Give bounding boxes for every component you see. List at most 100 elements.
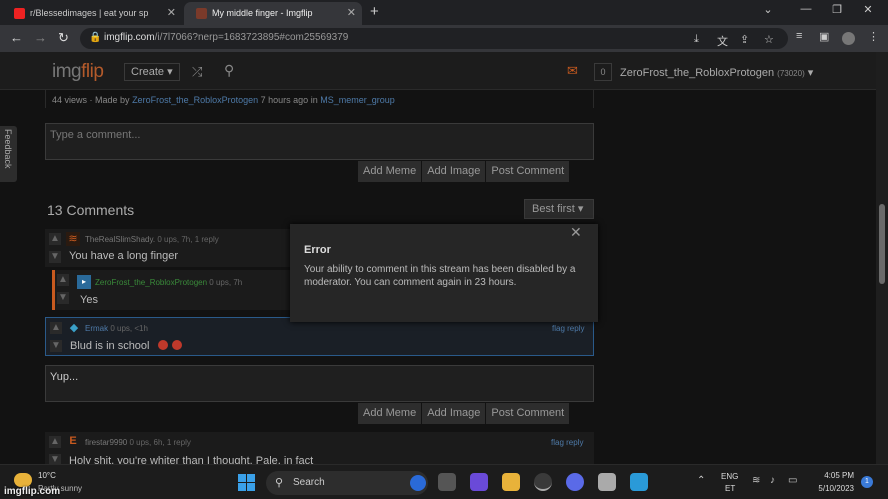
taskbar-search[interactable]: ⚲ Search bbox=[266, 471, 428, 495]
menu-icon[interactable]: ⋮ bbox=[868, 30, 879, 43]
discord-icon[interactable] bbox=[566, 473, 584, 491]
add-image-button[interactable]: Add Image bbox=[421, 403, 486, 424]
tab-search-icon[interactable]: ⌄ bbox=[754, 3, 782, 16]
comment-header: firestar9990 0 ups, 6h, 1 reply bbox=[85, 438, 191, 447]
mail-icon[interactable]: ✉ bbox=[567, 63, 578, 79]
reading-list-icon[interactable]: ≡ bbox=[796, 30, 802, 42]
bookmark-star-icon[interactable]: ☆ bbox=[764, 33, 774, 46]
chat-icon[interactable] bbox=[470, 473, 488, 491]
comment-header: Ermak 0 ups, <1h bbox=[85, 324, 148, 333]
author-link[interactable]: ZeroFrost_the_RobloxProtogen bbox=[132, 95, 258, 105]
user-avatar[interactable]: E bbox=[66, 434, 80, 448]
close-icon[interactable]: ✕ bbox=[570, 224, 582, 241]
browser-tab-strip: r/Blessedimages | eat your sp ✕ My middl… bbox=[0, 0, 888, 25]
clock-date[interactable]: 5/10/2023 bbox=[805, 484, 854, 493]
address-bar[interactable]: 🔒 imgflip.com/i/7l7066?nerp=1683723895#c… bbox=[80, 28, 788, 49]
upvote-icon[interactable]: ▲ bbox=[49, 436, 61, 448]
minimize-icon[interactable]: — bbox=[792, 3, 820, 15]
error-dialog: ✕ Error Your ability to comment in this … bbox=[290, 224, 598, 322]
add-meme-button[interactable]: Add Meme bbox=[357, 161, 422, 182]
add-meme-button[interactable]: Add Meme bbox=[357, 403, 422, 424]
flag-reply-links[interactable]: flag reply bbox=[551, 438, 583, 447]
comments-count: 13 Comments bbox=[47, 202, 135, 218]
comment-username[interactable]: ZeroFrost_the_RobloxProtogen bbox=[95, 278, 207, 287]
profile-avatar[interactable] bbox=[842, 32, 855, 45]
downvote-icon[interactable]: ▼ bbox=[57, 292, 69, 304]
comment-text: Holy shit, you're whiter than I thought.… bbox=[69, 455, 314, 464]
language-code[interactable]: ENG bbox=[721, 472, 738, 481]
tray-chevron-icon[interactable]: ⌃ bbox=[697, 475, 705, 486]
dialog-message: Your ability to comment in this stream h… bbox=[304, 264, 576, 288]
post-comment-button[interactable]: Post Comment bbox=[485, 403, 570, 424]
comment-text: Yes bbox=[80, 294, 98, 306]
imgflip-logo[interactable]: imgflip bbox=[52, 61, 104, 83]
back-icon[interactable]: ← bbox=[10, 30, 23, 45]
downvote-icon[interactable]: ▼ bbox=[49, 251, 61, 263]
user-avatar[interactable]: ≋ bbox=[66, 232, 80, 246]
roblox-studio-icon[interactable] bbox=[630, 473, 648, 491]
upvote-icon[interactable]: ▲ bbox=[57, 274, 69, 286]
upvote-icon[interactable]: ▲ bbox=[49, 233, 61, 245]
side-panel-icon[interactable]: ▣ bbox=[819, 30, 829, 43]
tab-imgflip[interactable]: My middle finger - Imgflip ✕ bbox=[184, 2, 362, 25]
volume-icon[interactable]: ♪ bbox=[770, 475, 775, 486]
file-explorer-icon[interactable] bbox=[502, 473, 520, 491]
user-menu[interactable]: ZeroFrost_the_RobloxProtogen (73020) ▾ bbox=[620, 66, 813, 79]
comment-header: ZeroFrost_the_RobloxProtogen 0 ups, 7h bbox=[95, 278, 243, 287]
user-avatar[interactable]: ▸ bbox=[77, 275, 91, 289]
tab-title: r/Blessedimages | eat your sp bbox=[30, 8, 149, 18]
close-tab-icon[interactable]: ✕ bbox=[347, 2, 356, 25]
emoji-icon bbox=[158, 340, 168, 350]
chrome-icon[interactable] bbox=[534, 473, 552, 491]
comment-text: Blud is in school bbox=[70, 340, 150, 352]
install-icon[interactable]: ⤓ bbox=[694, 33, 699, 46]
site-header: imgflip Create ▾ ⤮ ⚲ ✉ 0 ZeroFrost_the_R… bbox=[0, 52, 876, 90]
comment-username[interactable]: firestar9990 bbox=[85, 438, 127, 447]
close-tab-icon[interactable]: ✕ bbox=[167, 2, 176, 25]
region-code[interactable]: ET bbox=[725, 484, 735, 493]
sort-dropdown[interactable]: Best first ▾ bbox=[524, 199, 594, 219]
task-view-icon[interactable] bbox=[438, 473, 456, 491]
tab-blessedimages[interactable]: r/Blessedimages | eat your sp ✕ bbox=[2, 2, 182, 25]
roblox-icon[interactable] bbox=[598, 473, 616, 491]
flag-reply-links[interactable]: flag reply bbox=[552, 324, 584, 333]
youtube-icon bbox=[14, 8, 25, 19]
page-scrollbar[interactable] bbox=[876, 52, 888, 464]
close-window-icon[interactable]: ✕ bbox=[854, 3, 882, 16]
notification-count[interactable]: 0 bbox=[594, 63, 612, 81]
comment-username[interactable]: Ermak bbox=[85, 324, 108, 333]
search-icon[interactable]: ⚲ bbox=[224, 62, 234, 79]
downvote-icon[interactable]: ▼ bbox=[50, 340, 62, 352]
reply-input[interactable]: Yup... bbox=[45, 365, 594, 402]
reload-icon[interactable]: ↻ bbox=[58, 30, 69, 46]
translate-icon[interactable]: 文 bbox=[717, 33, 728, 49]
notification-badge[interactable]: 1 bbox=[861, 476, 873, 488]
create-dropdown[interactable]: Create ▾ bbox=[124, 63, 180, 81]
shuffle-icon[interactable]: ⤮ bbox=[192, 64, 202, 80]
clock-time[interactable]: 4:05 PM bbox=[812, 471, 854, 480]
search-icon: ⚲ bbox=[275, 477, 284, 489]
maximize-icon[interactable]: ❐ bbox=[823, 3, 851, 16]
add-image-button[interactable]: Add Image bbox=[421, 161, 486, 182]
lock-icon[interactable]: 🔒 bbox=[89, 32, 101, 43]
stream-link[interactable]: MS_memer_group bbox=[320, 95, 395, 105]
downvote-icon[interactable]: ▼ bbox=[49, 454, 61, 464]
comment-header: TheRealSlimShady. 0 ups, 7h, 1 reply bbox=[85, 235, 219, 244]
forward-icon[interactable]: → bbox=[34, 30, 47, 45]
new-tab-icon[interactable]: + bbox=[370, 3, 379, 20]
scrollbar-thumb[interactable] bbox=[879, 204, 885, 284]
share-icon[interactable]: ⇪ bbox=[740, 33, 749, 46]
weather-icon[interactable] bbox=[14, 473, 32, 487]
image-meta: 44 views · Made by ZeroFrost_the_RobloxP… bbox=[52, 95, 395, 105]
post-comment-button[interactable]: Post Comment bbox=[485, 161, 570, 182]
upvote-icon[interactable]: ▲ bbox=[50, 322, 62, 334]
comment-input[interactable]: Type a comment... bbox=[45, 123, 594, 160]
start-button[interactable] bbox=[238, 474, 255, 491]
comment-username[interactable]: TheRealSlimShady. bbox=[85, 235, 155, 244]
imgflip-favicon bbox=[196, 8, 207, 19]
feedback-tab[interactable]: Feedback bbox=[0, 126, 17, 182]
user-avatar[interactable]: ◆ bbox=[67, 321, 81, 335]
battery-icon[interactable]: ▭ bbox=[788, 475, 797, 486]
wifi-icon[interactable]: ≋ bbox=[752, 475, 760, 486]
url-text: imgflip.com/i/7l7066?nerp=1683723895#com… bbox=[104, 32, 349, 43]
